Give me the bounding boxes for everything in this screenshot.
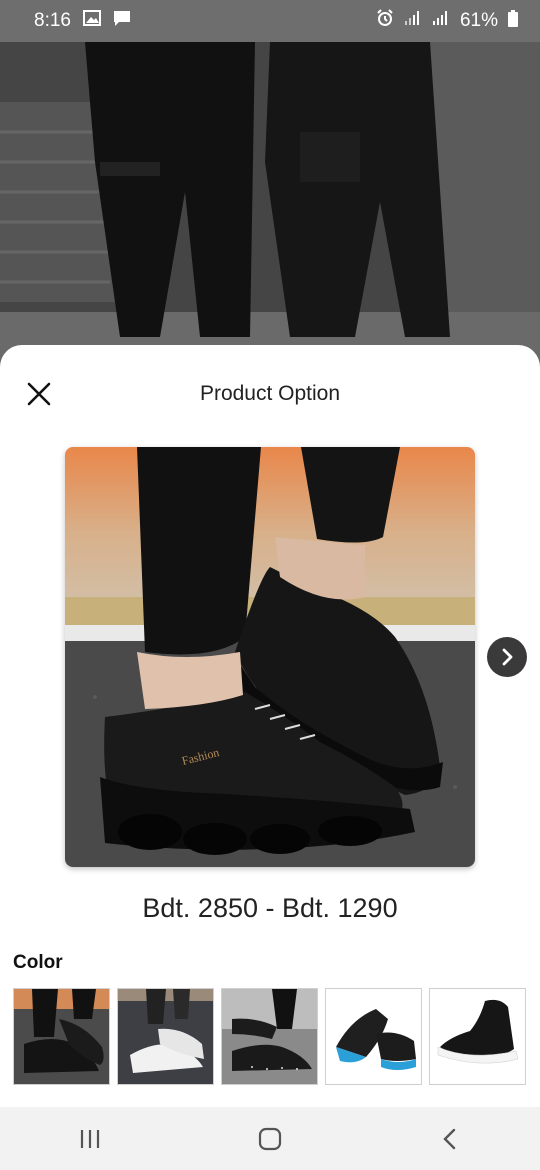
price-range: Bdt. 2850 - Bdt. 1290 — [142, 893, 398, 923]
back-icon — [443, 1128, 456, 1149]
background-product-photo — [0, 42, 540, 372]
recent-apps-button[interactable] — [60, 1117, 120, 1161]
product-main-image[interactable]: Fashion — [65, 447, 475, 867]
back-button[interactable] — [420, 1117, 480, 1161]
color-swatch-white-shoe[interactable] — [117, 988, 214, 1085]
color-label: Color — [13, 952, 63, 973]
signal-icon — [404, 10, 422, 32]
navigation-bar — [0, 1107, 540, 1170]
color-swatch-black-blue-shoe[interactable] — [325, 988, 422, 1085]
message-icon — [113, 10, 131, 33]
next-image-button[interactable] — [487, 637, 527, 677]
home-button[interactable] — [240, 1117, 300, 1161]
status-time: 8:16 — [34, 10, 71, 31]
color-swatch-black-speckled-shoe[interactable] — [221, 988, 318, 1085]
recent-apps-icon — [80, 1129, 100, 1148]
battery-icon — [508, 9, 518, 33]
status-bar: 8:16 61% — [0, 0, 540, 42]
battery-percent: 61% — [459, 10, 498, 31]
image-icon — [82, 10, 101, 32]
alarm-icon — [376, 9, 394, 33]
sheet-title: Product Option — [199, 382, 341, 405]
color-swatch-black-high-top-shoe[interactable] — [429, 988, 526, 1085]
sheet-header: Product Option — [0, 345, 540, 447]
product-option-sheet: Product Option Fashion Bdt. 2850 - Bdt. … — [0, 345, 540, 1107]
color-swatches — [13, 988, 526, 1085]
chevron-right-icon — [502, 648, 513, 666]
color-swatch-black-shoe-on-feet[interactable] — [13, 988, 110, 1085]
signal-icon — [432, 10, 450, 32]
home-icon — [258, 1127, 282, 1150]
